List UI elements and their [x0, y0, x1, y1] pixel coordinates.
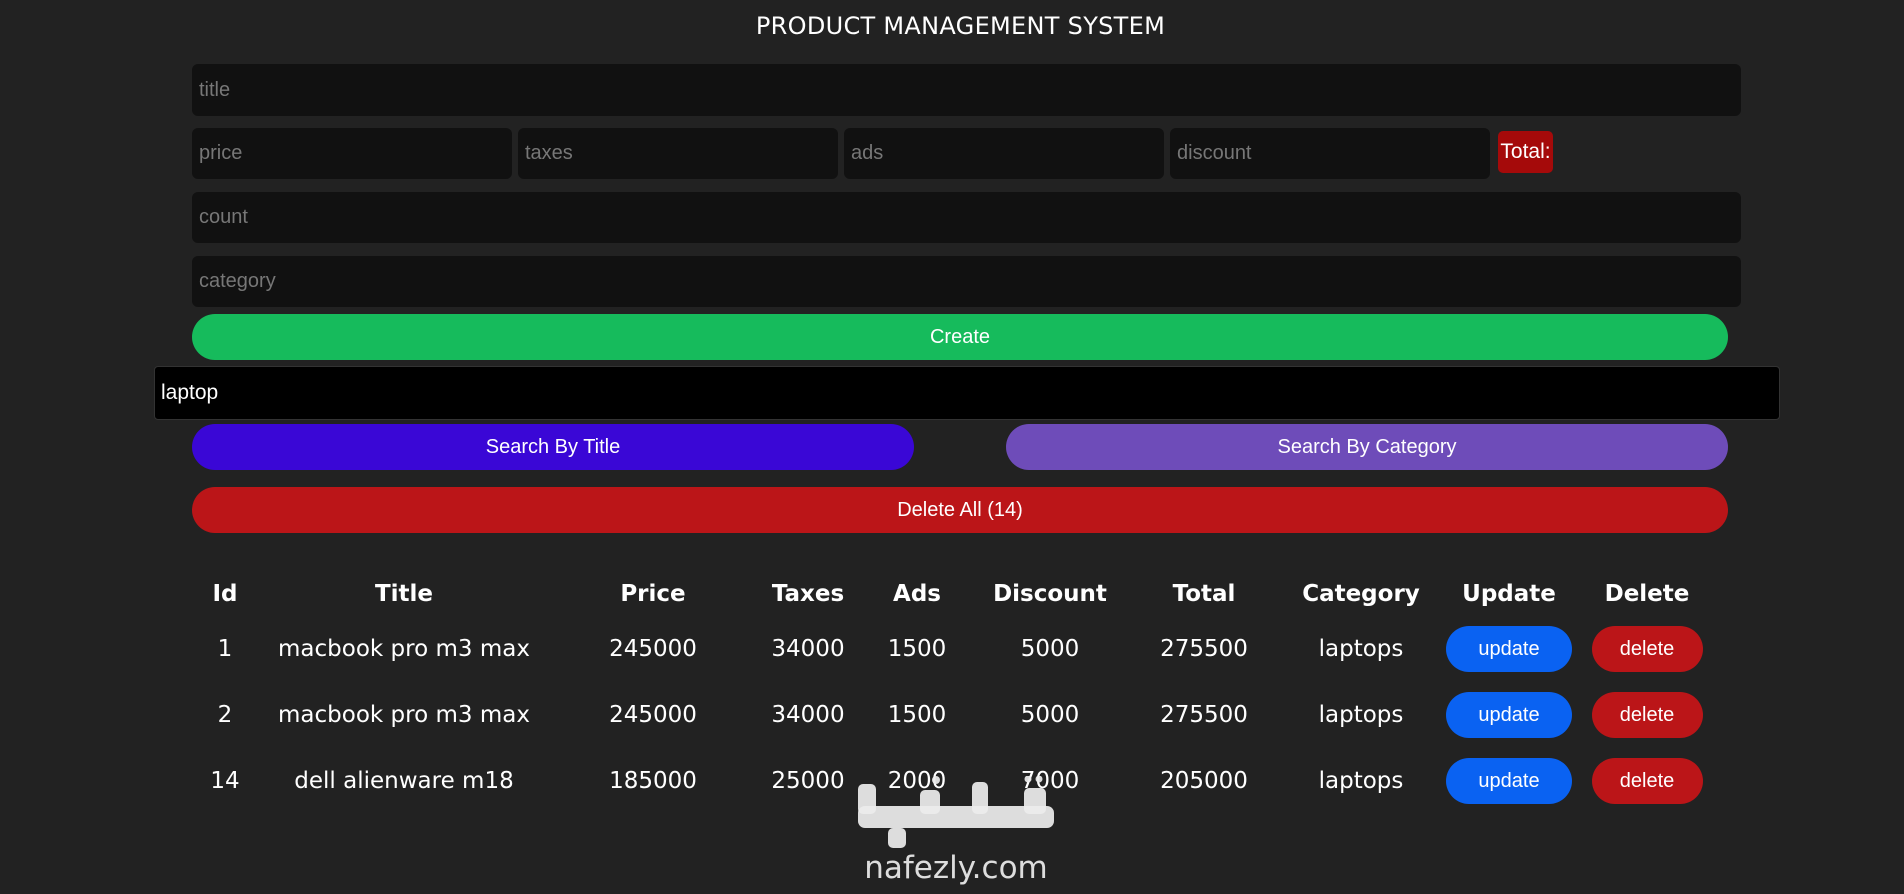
update-button[interactable]: update — [1446, 758, 1572, 804]
nafezly-watermark: nafezly.com — [858, 776, 1054, 886]
price-input[interactable] — [192, 128, 512, 179]
cell-update: update — [1440, 616, 1578, 682]
col-header-ads: Ads — [893, 581, 941, 607]
cell-price: 245000 — [609, 636, 697, 662]
create-button[interactable]: Create — [192, 314, 1728, 360]
cell-total: 275500 — [1160, 636, 1248, 662]
cell-title: dell alienware m18 — [294, 768, 514, 794]
total-label: Total: — [1500, 140, 1551, 163]
table-header-row: Id Title Price Taxes Ads Discount Total … — [192, 572, 1716, 616]
title-input[interactable] — [192, 64, 1741, 116]
taxes-input[interactable] — [518, 128, 838, 179]
cell-update: update — [1440, 682, 1578, 748]
col-header-total: Total — [1172, 581, 1236, 607]
col-header-taxes: Taxes — [771, 581, 845, 607]
cell-delete: delete — [1578, 748, 1716, 814]
col-header-price: Price — [620, 581, 686, 607]
col-header-category: Category — [1302, 581, 1420, 607]
category-input[interactable] — [192, 256, 1741, 307]
cell-taxes: 34000 — [771, 636, 845, 662]
delete-button[interactable]: delete — [1591, 758, 1703, 804]
discount-input[interactable] — [1170, 128, 1490, 179]
delete-all-button[interactable]: Delete All (14) — [192, 487, 1728, 533]
watermark-text: nafezly.com — [864, 850, 1048, 886]
search-by-title-button[interactable]: Search By Title — [192, 424, 914, 470]
cell-taxes: 25000 — [771, 768, 845, 794]
cell-total: 205000 — [1160, 768, 1248, 794]
search-by-category-button[interactable]: Search By Category — [1006, 424, 1728, 470]
cell-delete: delete — [1578, 682, 1716, 748]
cell-category: laptops — [1318, 636, 1404, 662]
cell-title: macbook pro m3 max — [278, 702, 530, 728]
cell-ads: 1500 — [887, 702, 947, 728]
col-header-title: Title — [374, 581, 434, 607]
cell-ads: 1500 — [887, 636, 947, 662]
col-header-id: Id — [212, 581, 238, 607]
cell-id: 2 — [217, 702, 233, 728]
search-input[interactable] — [154, 366, 1780, 420]
cell-discount: 5000 — [1020, 702, 1080, 728]
col-header-update: Update — [1462, 581, 1556, 607]
count-input[interactable] — [192, 192, 1741, 243]
page-title: PRODUCT MANAGEMENT SYSTEM — [755, 12, 1166, 40]
update-button[interactable]: update — [1446, 626, 1572, 672]
cell-total: 275500 — [1160, 702, 1248, 728]
cell-title: macbook pro m3 max — [278, 636, 530, 662]
delete-button[interactable]: delete — [1591, 692, 1703, 738]
cell-price: 185000 — [609, 768, 697, 794]
cell-category: laptops — [1318, 702, 1404, 728]
nafezly-logo-icon — [858, 776, 1054, 848]
total-display: Total: — [1498, 131, 1553, 173]
update-button[interactable]: update — [1446, 692, 1572, 738]
col-header-delete: Delete — [1604, 581, 1690, 607]
cell-category: laptops — [1318, 768, 1404, 794]
cell-delete: delete — [1578, 616, 1716, 682]
cell-id: 14 — [210, 768, 240, 794]
table-row: 2 macbook pro m3 max 245000 34000 1500 5… — [192, 682, 1716, 748]
cell-id: 1 — [217, 636, 233, 662]
table-row: 1 macbook pro m3 max 245000 34000 1500 5… — [192, 616, 1716, 682]
cell-price: 245000 — [609, 702, 697, 728]
cell-discount: 5000 — [1020, 636, 1080, 662]
cell-taxes: 34000 — [771, 702, 845, 728]
col-header-discount: Discount — [993, 581, 1107, 607]
delete-button[interactable]: delete — [1591, 626, 1703, 672]
ads-input[interactable] — [844, 128, 1164, 179]
cell-update: update — [1440, 748, 1578, 814]
